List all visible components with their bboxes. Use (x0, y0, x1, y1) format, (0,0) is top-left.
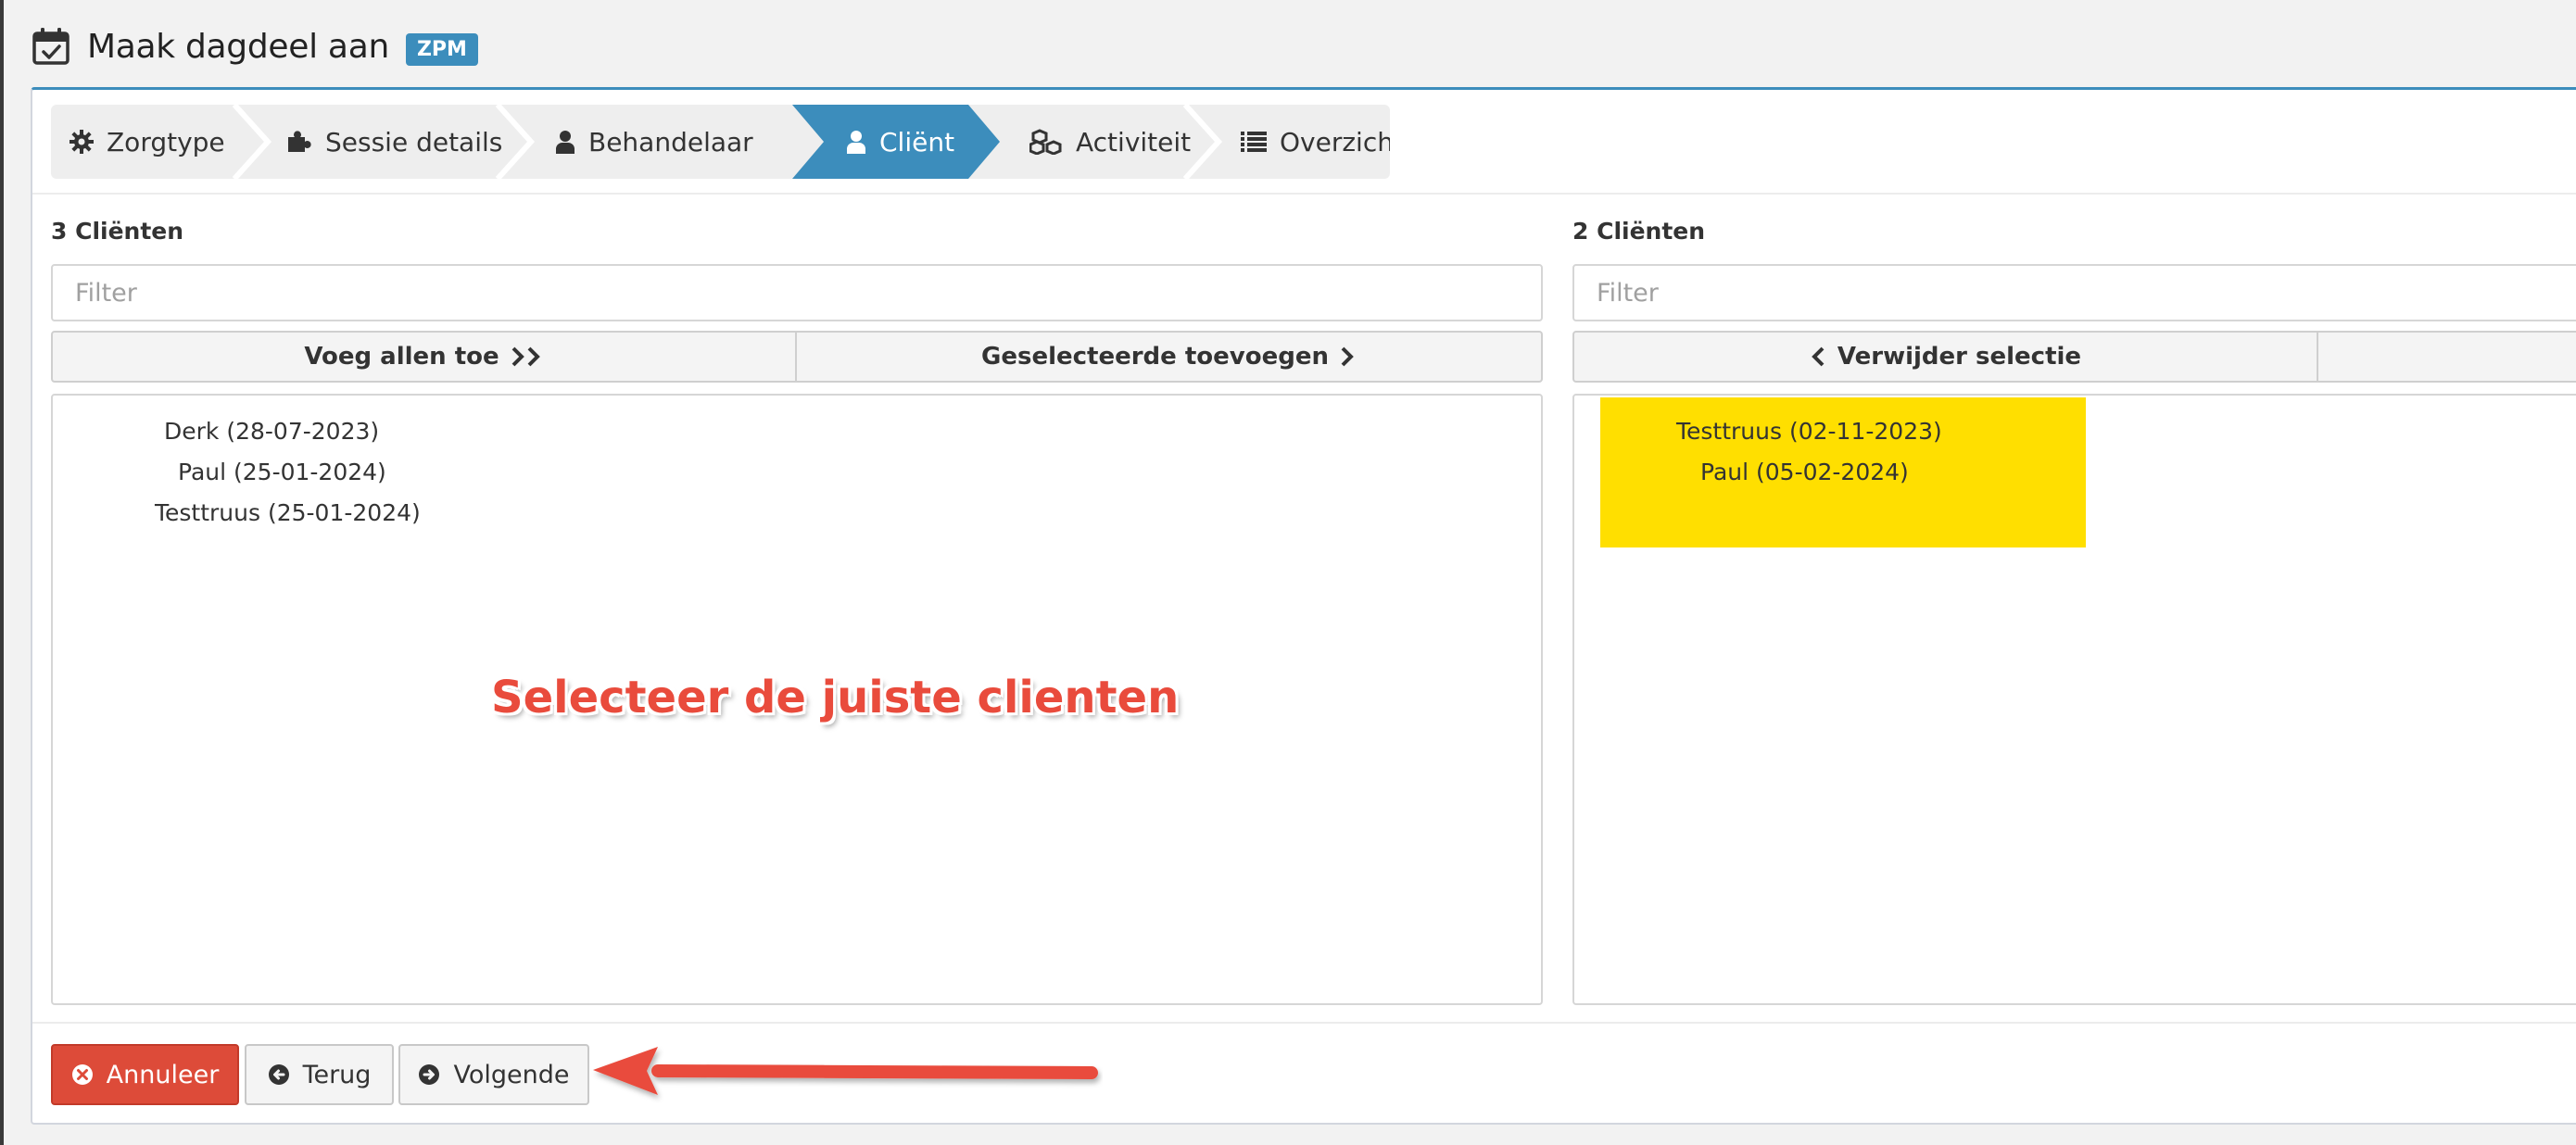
add-selected-button[interactable]: Geselecteerde toevoegen (797, 331, 1543, 383)
add-all-button[interactable]: Voeg allen toe (51, 331, 797, 383)
wizard-steps: Zorgtype Sessie details Behandelaar Clië… (51, 105, 1390, 179)
step-client[interactable]: Cliënt (846, 105, 954, 179)
step-overzicht[interactable]: Overzicht (1241, 105, 1390, 179)
list-item[interactable]: Testtruus (25-01-2024) (155, 499, 421, 526)
cancel-label: Annuleer (106, 1060, 220, 1089)
puzzle-icon (288, 131, 311, 152)
available-filter-input[interactable] (51, 264, 1543, 321)
user-icon (847, 131, 865, 154)
selected-count: 2 Cliënten (1572, 218, 1706, 245)
gear-icon (69, 130, 94, 154)
step-label: Activiteit (1076, 126, 1192, 157)
annotation-text: Selecteer de juiste clienten (491, 672, 1180, 723)
available-button-group: Voeg allen toe Geselecteerde toevoegen (51, 331, 1543, 383)
chevron-right-icon (1341, 346, 1354, 367)
remove-all-button[interactable] (2318, 331, 2576, 383)
page-header: Maak dagdeel aan ZPM (32, 20, 478, 72)
list-item[interactable]: Paul (25-01-2024) (178, 459, 386, 485)
back-label: Terug (302, 1060, 372, 1089)
arrow-circle-right-icon (419, 1064, 440, 1085)
step-label: Cliënt (879, 126, 955, 157)
next-button[interactable]: Volgende (398, 1044, 589, 1105)
step-label: Behandelaar (588, 126, 753, 157)
step-label: Overzicht (1280, 126, 1390, 157)
step-separator (233, 105, 272, 179)
add-all-label: Voeg allen toe (304, 343, 499, 371)
step-zorgtype[interactable]: Zorgtype (69, 105, 225, 179)
double-chevron-right-icon (511, 346, 540, 367)
calendar-check-icon (32, 28, 69, 65)
cubes-icon (1029, 129, 1062, 155)
remove-selection-button[interactable]: Verwijder selectie (1572, 331, 2318, 383)
add-selected-label: Geselecteerde toevoegen (981, 343, 1329, 371)
selected-button-group: Verwijder selectie (1572, 331, 2576, 383)
next-label: Volgende (453, 1060, 570, 1089)
chevron-left-icon (1812, 346, 1825, 367)
list-item[interactable]: Paul (05-02-2024) (1700, 459, 1909, 485)
annotation-arrow-icon (593, 1047, 1098, 1095)
step-activiteit[interactable]: Activiteit (1029, 105, 1191, 179)
window-edge (0, 0, 4, 1145)
list-icon (1241, 132, 1267, 152)
list-item[interactable]: Derk (28-07-2023) (164, 418, 379, 445)
times-circle-icon (71, 1064, 93, 1085)
step-behandelaar[interactable]: Behandelaar (555, 105, 753, 179)
remove-selection-label: Verwijder selectie (1837, 343, 2082, 371)
step-sessie-details[interactable]: Sessie details (286, 105, 502, 179)
wizard-box: Zorgtype Sessie details Behandelaar Clië… (31, 87, 2576, 1125)
divider (32, 193, 2576, 195)
user-icon (556, 131, 575, 154)
selected-filter-input[interactable] (1572, 264, 2576, 321)
page-title: Maak dagdeel aan (87, 27, 389, 66)
back-button[interactable]: Terug (245, 1044, 394, 1105)
arrow-circle-left-icon (268, 1064, 289, 1085)
step-label: Sessie details (325, 126, 503, 157)
list-item[interactable]: Testtruus (02-11-2023) (1676, 418, 1942, 445)
step-label: Zorgtype (107, 126, 225, 157)
selected-client-list[interactable]: Testtruus (02-11-2023) Paul (05-02-2024) (1572, 394, 2576, 1005)
footer-divider (32, 1022, 2576, 1024)
available-count: 3 Cliënten (51, 218, 184, 245)
cancel-button[interactable]: Annuleer (51, 1044, 239, 1105)
zpm-badge: ZPM (405, 32, 478, 66)
